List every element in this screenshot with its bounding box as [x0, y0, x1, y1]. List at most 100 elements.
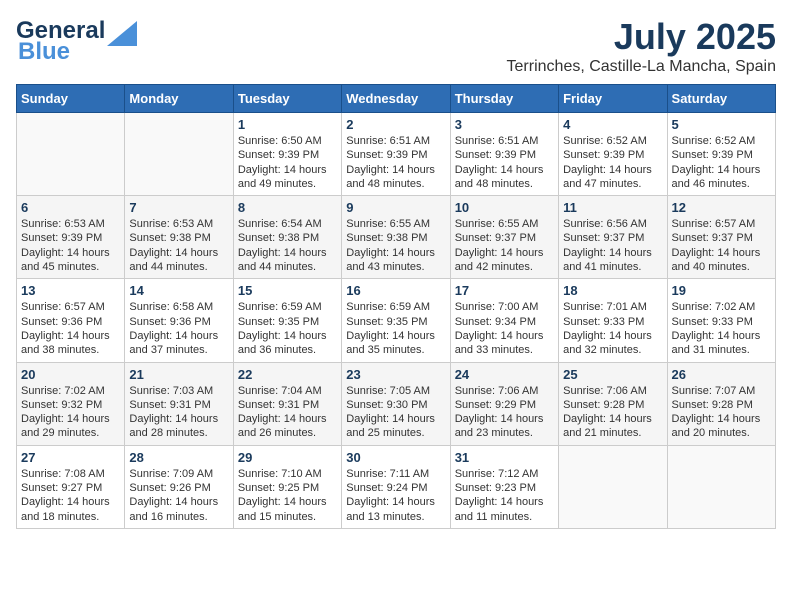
day-info: Daylight: 14 hours and 40 minutes. [672, 246, 771, 275]
day-info: Sunrise: 7:06 AM [563, 384, 662, 398]
day-info: Daylight: 14 hours and 35 minutes. [346, 329, 445, 358]
day-info: Sunset: 9:37 PM [455, 231, 554, 245]
day-info: Sunrise: 7:03 AM [129, 384, 228, 398]
day-info: Daylight: 14 hours and 47 minutes. [563, 163, 662, 192]
logo: General Blue [16, 16, 137, 66]
day-number: 20 [21, 367, 120, 382]
day-info: Sunrise: 7:00 AM [455, 300, 554, 314]
day-number: 4 [563, 117, 662, 132]
day-number: 21 [129, 367, 228, 382]
calendar-cell: 18Sunrise: 7:01 AMSunset: 9:33 PMDayligh… [559, 279, 667, 362]
day-info: Daylight: 14 hours and 31 minutes. [672, 329, 771, 358]
day-info: Sunrise: 7:02 AM [21, 384, 120, 398]
day-info: Daylight: 14 hours and 25 minutes. [346, 412, 445, 441]
day-info: Daylight: 14 hours and 11 minutes. [455, 495, 554, 524]
calendar-cell: 29Sunrise: 7:10 AMSunset: 9:25 PMDayligh… [233, 445, 341, 528]
day-info: Sunrise: 6:57 AM [21, 300, 120, 314]
day-info: Sunset: 9:24 PM [346, 481, 445, 495]
day-info: Sunset: 9:38 PM [346, 231, 445, 245]
day-info: Sunset: 9:31 PM [129, 398, 228, 412]
day-info: Sunset: 9:28 PM [563, 398, 662, 412]
day-number: 30 [346, 450, 445, 465]
day-number: 3 [455, 117, 554, 132]
day-info: Sunrise: 6:57 AM [672, 217, 771, 231]
calendar-cell: 30 Sunrise: 7:11 AMSunset: 9:24 PMDayligh… [342, 445, 450, 528]
day-number: 7 [129, 200, 228, 215]
day-info: Sunset: 9:34 PM [455, 315, 554, 329]
day-info: Sunset: 9:31 PM [238, 398, 337, 412]
day-info: Sunset: 9:32 PM [21, 398, 120, 412]
header-friday: Friday [559, 85, 667, 113]
day-info: Sunset: 9:36 PM [129, 315, 228, 329]
day-number: 22 [238, 367, 337, 382]
day-info: Sunset: 9:28 PM [672, 398, 771, 412]
day-number: 6 [21, 200, 120, 215]
day-info: Daylight: 14 hours and 36 minutes. [238, 329, 337, 358]
calendar-cell: 19Sunrise: 7:02 AMSunset: 9:33 PMDayligh… [667, 279, 775, 362]
calendar-cell: 28Sunrise: 7:09 AMSunset: 9:26 PMDayligh… [125, 445, 233, 528]
day-info: Sunrise: 6:53 AM [129, 217, 228, 231]
day-number: 5 [672, 117, 771, 132]
day-number: 17 [455, 283, 554, 298]
day-number: 29 [238, 450, 337, 465]
day-info: Sunrise: 6:56 AM [563, 217, 662, 231]
day-info: Sunrise: 7:08 AM [21, 467, 120, 481]
calendar-cell [559, 445, 667, 528]
day-info: Sunset: 9:35 PM [238, 315, 337, 329]
header-thursday: Thursday [450, 85, 558, 113]
day-info: Daylight: 14 hours and 44 minutes. [129, 246, 228, 275]
calendar-cell: 10Sunrise: 6:55 AMSunset: 9:37 PMDayligh… [450, 196, 558, 279]
calendar-body: 1Sunrise: 6:50 AMSunset: 9:39 PMDaylight… [17, 113, 776, 529]
day-info: Daylight: 14 hours and 42 minutes. [455, 246, 554, 275]
calendar-cell: 11Sunrise: 6:56 AMSunset: 9:37 PMDayligh… [559, 196, 667, 279]
day-info: Daylight: 14 hours and 43 minutes. [346, 246, 445, 275]
day-number: 28 [129, 450, 228, 465]
calendar-week-1: 1Sunrise: 6:50 AMSunset: 9:39 PMDaylight… [17, 113, 776, 196]
day-info: Sunset: 9:23 PM [455, 481, 554, 495]
day-info: Sunrise: 7:11 AM [346, 467, 445, 481]
day-info: Sunrise: 6:54 AM [238, 217, 337, 231]
day-info: Sunrise: 6:51 AM [346, 134, 445, 148]
calendar-cell [125, 113, 233, 196]
calendar-cell: 20Sunrise: 7:02 AMSunset: 9:32 PMDayligh… [17, 362, 125, 445]
day-number: 27 [21, 450, 120, 465]
day-number: 11 [563, 200, 662, 215]
header-monday: Monday [125, 85, 233, 113]
calendar-cell: 16Sunrise: 6:59 AMSunset: 9:35 PMDayligh… [342, 279, 450, 362]
day-info: Sunrise: 7:05 AM [346, 384, 445, 398]
calendar-week-4: 20 Sunrise: 7:02 AMSunset: 9:32 PM Dayligh… [17, 362, 776, 445]
day-info: Daylight: 14 hours and 44 minutes. [238, 246, 337, 275]
calendar-cell: 9Sunrise: 6:55 AMSunset: 9:38 PMDaylight… [342, 196, 450, 279]
day-info: Daylight: 14 hours and 32 minutes. [563, 329, 662, 358]
calendar-cell: 24Sunrise: 7:06 AMSunset: 9:29 PMDayligh… [450, 362, 558, 445]
day-info: Sunrise: 7:06 AM [455, 384, 554, 398]
day-info: Daylight: 14 hours and 28 minutes. [129, 412, 228, 441]
calendar-cell: 12 Sunrise: 6:57 AMSunset: 9:37 PMDayligh… [667, 196, 775, 279]
day-number: 12 [672, 200, 771, 215]
day-info: Sunrise: 6:59 AM [346, 300, 445, 314]
day-info: Sunset: 9:33 PM [563, 315, 662, 329]
day-number: 2 [346, 117, 445, 132]
day-info: Daylight: 14 hours and 33 minutes. [455, 329, 554, 358]
calendar-header: Sunday Monday Tuesday Wednesday Thursday… [17, 85, 776, 113]
day-info: Daylight: 14 hours and 13 minutes. [346, 495, 445, 524]
header-sunday: Sunday [17, 85, 125, 113]
day-info: Sunset: 9:27 PM [21, 481, 120, 495]
day-info: Sunset: 9:39 PM [21, 231, 120, 245]
day-info: Sunset: 9:37 PM [672, 231, 771, 245]
calendar-cell: 15Sunrise: 6:59 AMSunset: 9:35 PMDayligh… [233, 279, 341, 362]
day-info: Daylight: 14 hours and 46 minutes. [672, 163, 771, 192]
day-info: Sunrise: 6:51 AM [455, 134, 554, 148]
calendar-table: Sunday Monday Tuesday Wednesday Thursday… [16, 84, 776, 529]
calendar-cell: 13Sunrise: 6:57 AMSunset: 9:36 PMDayligh… [17, 279, 125, 362]
header-wednesday: Wednesday [342, 85, 450, 113]
title-block: July 2025 Terrinches, Castille-La Mancha… [507, 16, 776, 76]
day-number: 13 [21, 283, 120, 298]
day-info: Sunrise: 7:07 AM [672, 384, 771, 398]
calendar-cell: 7Sunrise: 6:53 AMSunset: 9:38 PMDaylight… [125, 196, 233, 279]
calendar-cell: 22Sunrise: 7:04 AMSunset: 9:31 PMDayligh… [233, 362, 341, 445]
day-info: Sunrise: 6:50 AM [238, 134, 337, 148]
day-info: Sunset: 9:39 PM [455, 148, 554, 162]
day-number: 23 [346, 367, 445, 382]
day-number: 24 [455, 367, 554, 382]
